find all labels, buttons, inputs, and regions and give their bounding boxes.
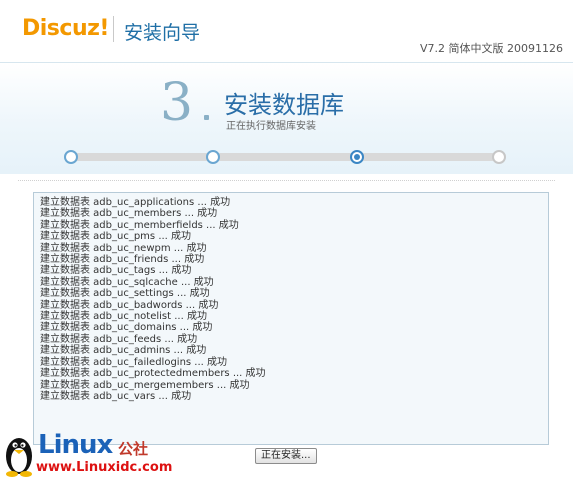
- logo-text: Discuz: [22, 16, 100, 41]
- log-line: 建立数据表 adb_uc_friends ... 成功: [40, 254, 205, 266]
- tux-penguin-icon: [6, 438, 32, 477]
- log-line: 建立数据表 adb_uc_sqlcache ... 成功: [40, 276, 214, 288]
- progress-track: [70, 153, 500, 161]
- content-divider: [18, 180, 555, 181]
- log-line: 建立数据表 adb_uc_vars ... 成功: [40, 390, 192, 402]
- step-title: 安装数据库: [224, 91, 344, 119]
- log-line: 建立数据表 adb_uc_pms ... 成功: [40, 231, 192, 243]
- step-number: 3: [160, 73, 194, 133]
- log-line: 建立数据表 adb_uc_newpm ... 成功: [40, 242, 207, 254]
- log-line: 建立数据表 adb_uc_notelist ... 成功: [40, 311, 207, 323]
- log-line: 建立数据表 adb_uc_failedlogins ... 成功: [40, 356, 228, 368]
- version-label: V7.2 简体中文版 20091126: [420, 42, 563, 55]
- watermark-linux: Linux: [38, 430, 113, 460]
- discuz-logo: Discuz!: [22, 16, 109, 41]
- watermark-cn: 公社: [118, 440, 149, 458]
- log-line: 建立数据表 adb_uc_protectedmembers ... 成功: [40, 368, 266, 380]
- log-line: 建立数据表 adb_uc_memberfields ... 成功: [40, 219, 239, 231]
- progress-node-4: [492, 150, 506, 164]
- logo-mark: !: [99, 16, 109, 41]
- installing-button[interactable]: 正在安装...: [255, 448, 317, 464]
- wizard-title: 安装向导: [124, 22, 201, 44]
- logo-divider: [113, 16, 114, 42]
- step-number-dot: [204, 115, 209, 120]
- watermark: Linux 公社 www.Linuxidc.com: [2, 428, 192, 480]
- watermark-url: www.Linuxidc.com: [36, 460, 173, 475]
- progress-node-3: [350, 150, 364, 164]
- install-log[interactable]: 建立数据表 adb_uc_applications ... 成功 建立数据表 ad…: [33, 192, 549, 445]
- log-line: 建立数据表 adb_uc_badwords ... 成功: [40, 299, 219, 311]
- log-line: 建立数据表 adb_uc_tags ... 成功: [40, 265, 192, 277]
- progress-node-2: [206, 150, 220, 164]
- step-banner: 3 安装数据库 正在执行数据库安装: [0, 62, 573, 174]
- progress-node-1: [64, 150, 78, 164]
- log-line: 建立数据表 adb_uc_applications ... 成功: [40, 197, 231, 208]
- log-line: 建立数据表 adb_uc_feeds ... 成功: [40, 333, 198, 345]
- log-line: 建立数据表 adb_uc_members ... 成功: [40, 208, 218, 220]
- log-line: 建立数据表 adb_uc_domains ... 成功: [40, 322, 213, 334]
- step-subtitle: 正在执行数据库安装: [226, 121, 316, 132]
- header: Discuz! 安装向导 V7.2 简体中文版 20091126: [0, 0, 573, 62]
- log-line: 建立数据表 adb_uc_mergemembers ... 成功: [40, 379, 250, 391]
- log-line: 建立数据表 adb_uc_admins ... 成功: [40, 345, 207, 357]
- log-line: 建立数据表 adb_uc_settings ... 成功: [40, 288, 210, 300]
